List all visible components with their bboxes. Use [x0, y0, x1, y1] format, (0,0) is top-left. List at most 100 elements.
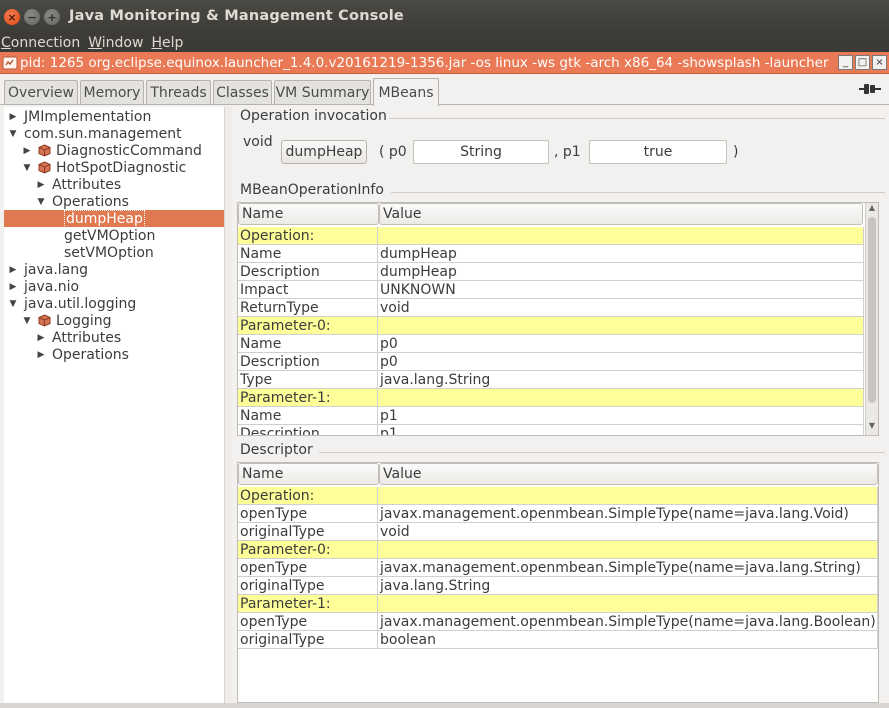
tree-node-diagnosticcommand[interactable]: ▶ DiagnosticCommand: [22, 142, 202, 159]
frame-minimize-button[interactable]: _: [838, 55, 853, 70]
tree-node-label: getVMOption: [64, 227, 156, 244]
mbean-tree[interactable]: ▶ JMImplementation ▼ com.sun.management …: [4, 107, 224, 703]
tree-node-java-lang[interactable]: ▶ java.lang: [8, 261, 88, 278]
table-row[interactable]: openType javax.management.openmbean.Simpl…: [238, 505, 878, 523]
tree-node-label: java.util.logging: [24, 295, 137, 312]
window-maximize-button[interactable]: +: [44, 9, 60, 25]
column-header-name[interactable]: Name: [238, 203, 379, 225]
collapse-arrow-icon[interactable]: ▼: [22, 163, 32, 173]
scroll-down-arrow-icon[interactable]: ▼: [867, 421, 877, 430]
menu-help-label: elp: [161, 34, 184, 51]
param-p1-input[interactable]: true: [589, 140, 727, 164]
column-header-value[interactable]: Value: [379, 463, 878, 485]
tab-overview[interactable]: Overview: [4, 80, 78, 105]
tree-node-java-nio[interactable]: ▶ java.nio: [8, 278, 80, 295]
cell-name: Type: [238, 371, 378, 389]
operation-info-table[interactable]: Name Value Operation: Name dumpHeap Descr…: [237, 202, 879, 436]
table-row[interactable]: Description p1: [238, 425, 864, 435]
operation-info-scrollbar[interactable]: ▲ ▼: [865, 203, 878, 435]
cell-name: openType: [238, 613, 378, 631]
menu-help-mnemonic: H: [151, 34, 162, 51]
menu-help[interactable]: Help: [151, 35, 183, 51]
window-close-button[interactable]: ×: [4, 9, 20, 25]
window-minimize-button[interactable]: −: [24, 9, 40, 25]
close-icon: ×: [7, 10, 17, 24]
menu-connection[interactable]: Connection: [1, 35, 80, 51]
expand-arrow-icon[interactable]: ▶: [8, 112, 18, 122]
collapse-arrow-icon[interactable]: ▼: [8, 129, 18, 139]
tab-classes[interactable]: Classes: [213, 80, 272, 105]
table-row[interactable]: Name p0: [238, 335, 864, 353]
table-row[interactable]: Parameter-1:: [238, 595, 878, 613]
scroll-up-arrow-icon[interactable]: ▲: [867, 203, 877, 212]
group-border: [389, 118, 885, 119]
tree-node-java-util-logging[interactable]: ▼ java.util.logging: [8, 295, 137, 312]
tab-threads[interactable]: Threads: [146, 80, 211, 105]
mbean-operation-info-title: MBeanOperationInfo: [240, 182, 384, 198]
frame-maximize-button[interactable]: □: [855, 55, 870, 70]
internal-frame-titlebar[interactable]: pid: 1265 org.eclipse.equinox.launcher_1…: [0, 52, 889, 74]
table-row[interactable]: Parameter-0:: [238, 541, 878, 559]
table-row[interactable]: Description dumpHeap: [238, 263, 864, 281]
tree-node-logging-operations[interactable]: ▶ Operations: [36, 346, 129, 363]
mbean-detail-panel: Operation invocation void dumpHeap ( p0 …: [233, 107, 887, 705]
table-row[interactable]: Operation:: [238, 487, 878, 505]
table-row[interactable]: originalType void: [238, 523, 878, 541]
expand-arrow-icon[interactable]: ▶: [8, 282, 18, 292]
menu-window[interactable]: Window: [88, 35, 143, 51]
table-row[interactable]: openType javax.management.openmbean.Simpl…: [238, 559, 878, 577]
table-row[interactable]: Name dumpHeap: [238, 245, 864, 263]
connection-plug-icon[interactable]: [859, 82, 881, 96]
cell-name: Parameter-1:: [238, 595, 378, 613]
collapse-arrow-icon[interactable]: ▼: [36, 197, 46, 207]
tab-memory[interactable]: Memory: [80, 80, 144, 105]
expand-arrow-icon[interactable]: ▶: [36, 350, 46, 360]
tree-node-logging-attributes[interactable]: ▶ Attributes: [36, 329, 122, 346]
tab-divider: [0, 104, 889, 105]
table-row[interactable]: Description p0: [238, 353, 864, 371]
minimize-icon: −: [27, 10, 37, 24]
expand-arrow-icon[interactable]: ▶: [36, 333, 46, 343]
descriptor-table[interactable]: Name Value Operation: openType javax.mana…: [237, 462, 879, 703]
table-row[interactable]: Operation:: [238, 227, 864, 245]
table-row[interactable]: Impact UNKNOWN: [238, 281, 864, 299]
tree-node-setvmoption[interactable]: setVMOption: [64, 244, 154, 261]
tree-node-jmimplementation[interactable]: ▶ JMImplementation: [8, 108, 152, 125]
mbean-icon: [38, 314, 51, 327]
cell-value: boolean: [378, 631, 878, 649]
tree-node-getvmoption[interactable]: getVMOption: [64, 227, 155, 244]
cell-value: javax.management.openmbean.SimpleType(na…: [378, 613, 878, 631]
tree-node-operations[interactable]: ▼ Operations: [36, 193, 129, 210]
tree-node-logging[interactable]: ▼ Logging: [22, 312, 112, 329]
column-header-name[interactable]: Name: [238, 463, 379, 485]
table-row[interactable]: originalType boolean: [238, 631, 878, 649]
tree-node-hotspotdiagnostic[interactable]: ▼ HotSpotDiagnostic: [22, 159, 187, 176]
menu-connection-label: onnection: [10, 34, 81, 51]
menu-bar: Connection Window Help: [0, 33, 889, 52]
table-row[interactable]: originalType java.lang.String: [238, 577, 878, 595]
collapse-arrow-icon[interactable]: ▼: [22, 316, 32, 326]
collapse-arrow-icon[interactable]: ▼: [8, 299, 18, 309]
expand-arrow-icon[interactable]: ▶: [8, 265, 18, 275]
table-row[interactable]: openType javax.management.openmbean.Simpl…: [238, 613, 878, 631]
table-row[interactable]: Name p1: [238, 407, 864, 425]
table-row[interactable]: ReturnType void: [238, 299, 864, 317]
cell-value: [378, 595, 878, 613]
column-header-value[interactable]: Value: [379, 203, 863, 225]
table-row[interactable]: Parameter-0:: [238, 317, 864, 335]
table-row[interactable]: Type java.lang.String: [238, 371, 864, 389]
frame-close-button[interactable]: ×: [872, 55, 887, 70]
table-row[interactable]: Parameter-1:: [238, 389, 864, 407]
tab-mbeans[interactable]: MBeans: [373, 78, 439, 106]
expand-arrow-icon[interactable]: ▶: [22, 146, 32, 156]
scrollbar-thumb[interactable]: [868, 217, 876, 403]
param-p0-input[interactable]: String: [413, 140, 549, 164]
tree-node-dumpheap[interactable]: dumpHeap: [4, 209, 224, 228]
expand-arrow-icon[interactable]: ▶: [36, 180, 46, 190]
tab-vm-summary[interactable]: VM Summary: [274, 80, 371, 105]
cell-value: java.lang.String: [378, 577, 878, 595]
invoke-dumpheap-button[interactable]: dumpHeap: [281, 140, 367, 164]
split-pane-divider[interactable]: [224, 107, 232, 703]
tree-node-attributes[interactable]: ▶ Attributes: [36, 176, 122, 193]
tree-node-com-sun-management[interactable]: ▼ com.sun.management: [8, 125, 182, 142]
